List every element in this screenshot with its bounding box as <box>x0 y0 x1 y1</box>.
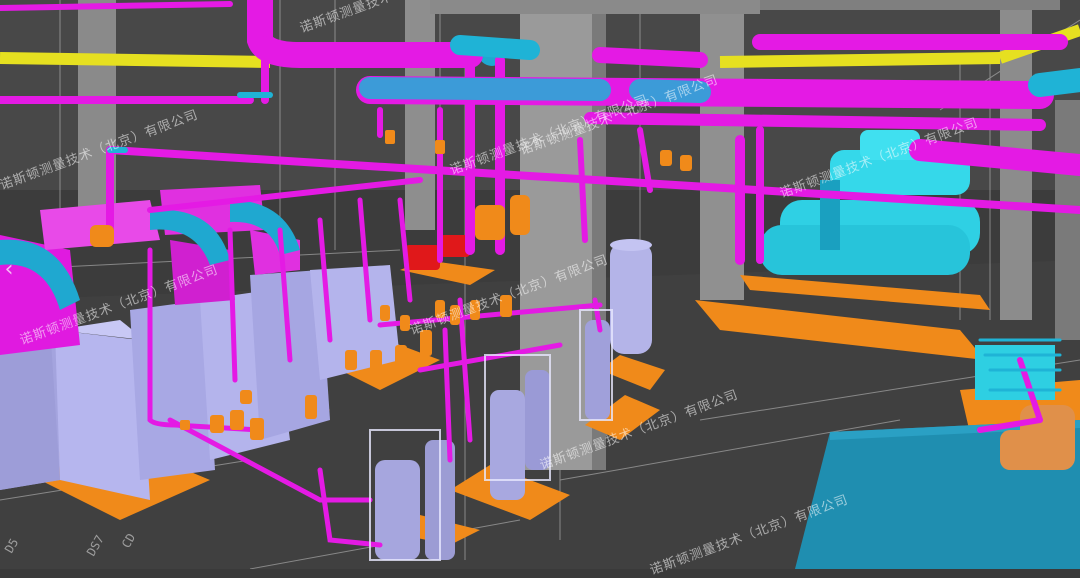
model-viewport[interactable]: 诺斯顿测量技术（北京）有限公司 诺斯顿测量技术（北京）有限公司 诺斯顿测量技术（… <box>0 0 1080 578</box>
chevron-left-icon[interactable]: ‹ <box>0 248 18 292</box>
